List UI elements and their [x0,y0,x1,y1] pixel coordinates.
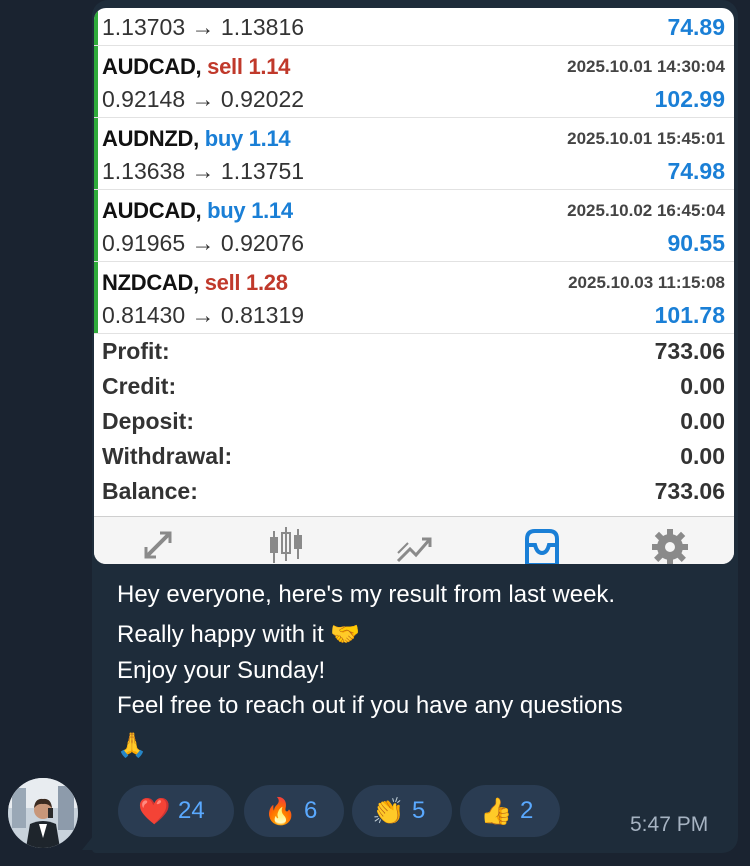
trade-indicator [94,190,98,261]
chart-icon[interactable] [264,525,308,564]
thumbs-up-icon: 👍 [480,795,513,826]
summary-row-balance: Balance: 733.06 [94,478,734,513]
trade-icon[interactable] [392,525,436,564]
trade-row[interactable]: AUDCAD, sell 1.14 2025.10.01 14:30:04 0.… [94,46,734,118]
reaction-count: 6 [304,797,318,824]
summary-label: Withdrawal: [102,443,233,469]
summary-value: 0.00 [680,373,725,399]
clap-icon: 👏 [372,795,405,826]
summary-label: Deposit: [102,408,194,434]
trade-row[interactable]: AUDCAD, buy 1.14 2025.10.02 16:45:04 0.9… [94,190,734,262]
trade-side: sell [204,270,241,295]
summary-row-withdrawal: Withdrawal: 0.00 [94,443,734,478]
trade-symbol: AUDCAD, buy 1.14 [102,198,293,223]
trade-indicator [94,46,98,117]
trade-date: 2025.10.01 14:30:04 [567,57,725,76]
settings-icon[interactable] [648,525,692,564]
fire-icon: 🔥 [264,795,297,826]
summary-label: Credit: [102,373,177,399]
trade-profit: 102.99 [654,86,725,112]
summary-row-profit: Profit: 733.06 [94,338,734,373]
history-icon[interactable] [520,525,564,564]
message-line: Hey everyone, here's my result from last… [117,581,616,608]
trade-indicator [94,8,98,45]
summary-row-deposit: Deposit: 0.00 [94,408,734,443]
trade-side: sell [207,54,243,79]
summary-row-credit: Credit: 0.00 [94,373,734,408]
trade-date: 2025.10.02 16:45:04 [567,201,725,220]
trade-symbol: NZDCAD, sell 1.28 [102,270,288,295]
message-line: Really happy with it 🤝 [117,621,361,648]
trade-row[interactable]: NZDCAD, sell 1.28 2025.10.03 11:15:08 0.… [94,262,734,334]
trade-symbol: AUDNZD, buy 1.14 [102,126,291,151]
bottom-tab-bar [94,516,734,564]
reaction-thumbs-up[interactable]: 👍 2 [460,785,560,837]
reaction-clap[interactable]: 👏 5 [352,785,452,837]
heart-icon: ❤️ [138,795,171,826]
trade-side: buy [207,198,246,223]
quotes-icon[interactable] [136,525,180,564]
summary-value: 0.00 [680,408,725,434]
trade-indicator [94,262,98,333]
trade-prices: 0.91965 → 0.92076 [102,230,305,256]
reaction-count: 2 [520,797,534,824]
trade-profit: 90.55 [667,230,725,256]
message-line: Enjoy your Sunday! [117,657,326,684]
reaction-count: 24 [178,797,205,824]
trade-side: buy [204,126,244,151]
trade-prices: 0.92148 → 0.92022 [102,86,305,112]
trade-date: 2025.10.03 11:15:08 [568,273,725,292]
trade-lot: 1.14 [251,198,293,223]
reaction-heart[interactable]: ❤️ 24 [118,785,234,837]
trade-symbol: AUDCAD, sell 1.14 [102,54,291,79]
summary-label: Profit: [102,338,170,364]
screenshot-image[interactable]: 1.13703 → 1.13816 74.89 AUDCAD, sell 1.1… [94,8,734,564]
trade-prices: 1.13638 → 1.13751 [102,158,305,184]
trade-lot: 1.28 [246,270,288,295]
trade-profit: 74.98 [667,158,725,184]
message-time: 5:47 PM [630,813,709,836]
trade-indicator [94,118,98,189]
summary-value: 733.06 [654,478,725,504]
summary-label: Balance: [102,478,198,504]
reaction-fire[interactable]: 🔥 6 [244,785,344,837]
message-line: 🙏 [117,732,147,759]
summary-value: 733.06 [654,338,725,364]
message-line: Feel free to reach out if you have any q… [117,692,623,719]
trade-row[interactable]: AUDNZD, buy 1.14 2025.10.01 15:45:01 1.1… [94,118,734,190]
trade-lot: 1.14 [248,126,291,151]
trade-profit: 74.89 [667,14,725,40]
reaction-count: 5 [412,797,426,824]
trade-date: 2025.10.01 15:45:01 [567,129,725,148]
trade-profit: 101.78 [654,302,725,328]
trade-lot: 1.14 [248,54,291,79]
summary-value: 0.00 [680,443,725,469]
avatar[interactable] [8,778,78,848]
trade-prices: 1.13703 → 1.13816 [102,14,305,40]
trade-prices: 0.81430 → 0.81319 [102,302,305,328]
trade-row[interactable]: 1.13703 → 1.13816 74.89 [94,8,734,46]
